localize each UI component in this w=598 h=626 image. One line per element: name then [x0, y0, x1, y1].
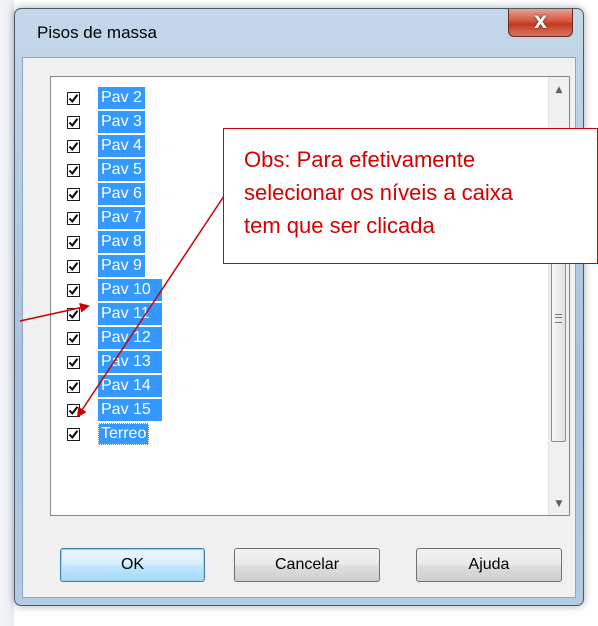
arrow-to-pav-9-icon	[19, 302, 90, 322]
arrow-to-pav-13-icon	[76, 192, 227, 418]
annotation-arrows	[19, 192, 227, 418]
annotation-note-text: Obs: Para efetivamente selecionar os nív…	[244, 143, 594, 242]
annotation-line-1: Obs: Para efetivamente	[244, 147, 476, 172]
annotation-line-2: selecionar os níveis a caixa	[244, 180, 514, 205]
annotation-line-3: tem que ser clicada	[244, 213, 435, 238]
annotation-note-box: Obs: Para efetivamente selecionar os nív…	[223, 128, 598, 264]
